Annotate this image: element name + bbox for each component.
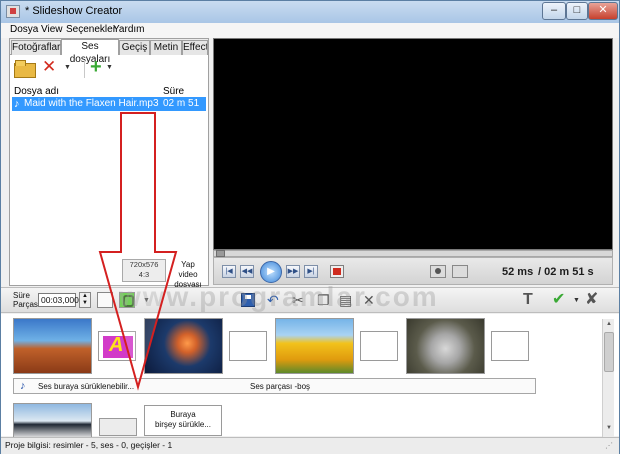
file-name: Maid with the Flaxen Hair.mp3 bbox=[24, 98, 159, 109]
menu-bar: Dosya View Seçenekler Yardım bbox=[1, 23, 619, 38]
tab-photos[interactable]: Fotoğraflar bbox=[11, 40, 61, 55]
stop-icon[interactable] bbox=[330, 265, 344, 278]
audio-drop-hint: Ses buraya sürüklenebilir... bbox=[38, 382, 135, 391]
check-icon[interactable]: ✔ bbox=[552, 292, 565, 308]
duration-stepper[interactable]: ▲ ▼ bbox=[79, 292, 91, 308]
resolution-button[interactable]: 720x576 4:3 bbox=[122, 259, 166, 282]
toolbar-separator bbox=[84, 60, 85, 78]
tab-audio-files[interactable]: Ses dosyaları bbox=[61, 39, 119, 65]
music-note-icon: ♪ bbox=[14, 98, 20, 110]
resolution-ratio: 4:3 bbox=[138, 270, 150, 279]
close-button[interactable]: ✕ bbox=[588, 2, 618, 20]
camera-icon[interactable] bbox=[430, 265, 446, 278]
text-icon[interactable]: T bbox=[523, 292, 533, 308]
media-panel: Fotoğraflar Ses dosyaları Geçiş Metin Ef… bbox=[9, 38, 209, 286]
blank-box-icon[interactable] bbox=[97, 292, 113, 308]
maximize-button[interactable]: □ bbox=[566, 2, 588, 20]
transition-slot[interactable] bbox=[99, 418, 137, 436]
duration-input[interactable]: 00:03,000 bbox=[38, 293, 79, 307]
column-header-name[interactable]: Dosya adı bbox=[14, 86, 59, 97]
transition-slot[interactable]: A bbox=[98, 331, 136, 361]
watermark: www.programlar.com bbox=[119, 281, 439, 312]
slider-knob[interactable] bbox=[216, 250, 225, 257]
drop-target[interactable]: Buraya birşey sürükle... bbox=[144, 405, 222, 436]
scroll-up-icon[interactable]: ▲ bbox=[604, 321, 614, 330]
timeline: A ♪ Ses buraya sürüklenebilir... Ses par… bbox=[1, 314, 619, 439]
duration-label-line1: Süre bbox=[13, 291, 30, 300]
app-window: * Slideshow Creator – □ ✕ Dosya View Seç… bbox=[0, 0, 620, 454]
audio-track[interactable]: ♪ Ses buraya sürüklenebilir... Ses parça… bbox=[13, 378, 536, 394]
skip-start-icon[interactable]: |◀ bbox=[222, 265, 236, 278]
slide-thumbnail[interactable] bbox=[275, 318, 354, 374]
tab-effects[interactable]: Effects bbox=[182, 40, 208, 55]
fullscreen-icon[interactable] bbox=[452, 265, 468, 278]
chevron-down-icon[interactable]: ▼ bbox=[106, 64, 113, 71]
folder-icon[interactable] bbox=[14, 59, 36, 78]
menu-file[interactable]: Dosya bbox=[10, 24, 38, 35]
slide-thumbnail[interactable] bbox=[144, 318, 223, 374]
file-duration: 02 m 51 s bbox=[163, 98, 200, 120]
music-note-icon: ♪ bbox=[20, 380, 26, 392]
chevron-down-icon[interactable]: ▼ bbox=[573, 297, 580, 304]
scrollbar-thumb[interactable] bbox=[604, 332, 614, 372]
add-icon[interactable]: + bbox=[90, 56, 102, 78]
transition-slot[interactable] bbox=[229, 331, 267, 361]
skip-end-icon[interactable]: ▶| bbox=[304, 265, 318, 278]
delete-icon[interactable]: ✕ bbox=[42, 57, 56, 77]
duration-label: Süre Parçası bbox=[13, 291, 40, 309]
step-back-icon[interactable]: ◀◀ bbox=[240, 265, 254, 278]
play-icon[interactable]: ▶ bbox=[260, 261, 282, 283]
media-tabs: Fotoğraflar Ses dosyaları Geçiş Metin Ef… bbox=[10, 39, 208, 65]
minimize-button[interactable]: – bbox=[542, 2, 566, 20]
duration-label-line2: Parçası bbox=[13, 300, 41, 309]
transition-slot[interactable] bbox=[491, 331, 529, 361]
drop-target-line2: birşey sürükle... bbox=[154, 420, 212, 429]
tab-text[interactable]: Metin bbox=[150, 40, 182, 55]
scroll-down-icon[interactable]: ▼ bbox=[604, 425, 614, 434]
slide-thumbnail[interactable] bbox=[406, 318, 485, 374]
column-header-duration[interactable]: Süre bbox=[163, 86, 184, 97]
playback-slider[interactable] bbox=[213, 250, 613, 257]
make-video-button[interactable]: Yap video dosyası bbox=[167, 260, 209, 289]
menu-view[interactable]: View bbox=[41, 24, 63, 35]
transition-slot[interactable] bbox=[360, 331, 398, 361]
slide-thumbnail[interactable] bbox=[13, 403, 92, 439]
chevron-down-icon[interactable]: ▼ bbox=[64, 64, 71, 71]
make-video-label-1: Yap bbox=[181, 260, 195, 269]
status-bar: Proje bilgisi: resimler - 5, ses - 0, ge… bbox=[1, 437, 619, 454]
step-forward-icon[interactable]: ▶▶ bbox=[286, 265, 300, 278]
audio-track-status: Ses parçası -boş bbox=[250, 382, 311, 391]
tab-transitions[interactable]: Geçiş bbox=[119, 40, 150, 55]
slide-thumbnail[interactable] bbox=[13, 318, 92, 374]
cancel-icon[interactable]: ✘ bbox=[585, 292, 598, 308]
media-toolbar: ✕ ▼ + ▼ bbox=[10, 56, 208, 82]
timeline-scrollbar[interactable]: ▲ ▼ bbox=[602, 319, 614, 437]
menu-help[interactable]: Yardım bbox=[113, 24, 145, 35]
app-icon bbox=[6, 5, 20, 18]
time-readout: 52 ms / 02 m 51 s bbox=[502, 266, 594, 278]
window-title: * Slideshow Creator bbox=[25, 5, 123, 17]
drop-target-line1: Buraya bbox=[170, 410, 196, 419]
menu-options[interactable]: Seçenekler bbox=[66, 24, 116, 35]
video-preview bbox=[213, 38, 613, 250]
resize-grip-icon[interactable]: ⋰ bbox=[605, 441, 613, 450]
resolution-size: 720x576 bbox=[129, 260, 159, 269]
total-time: / 02 m 51 s bbox=[538, 266, 594, 278]
list-item[interactable]: ♪ Maid with the Flaxen Hair.mp3 02 m 51 … bbox=[12, 97, 206, 120]
current-time: 52 ms bbox=[502, 266, 534, 278]
title-bar: * Slideshow Creator – □ ✕ bbox=[1, 1, 619, 23]
